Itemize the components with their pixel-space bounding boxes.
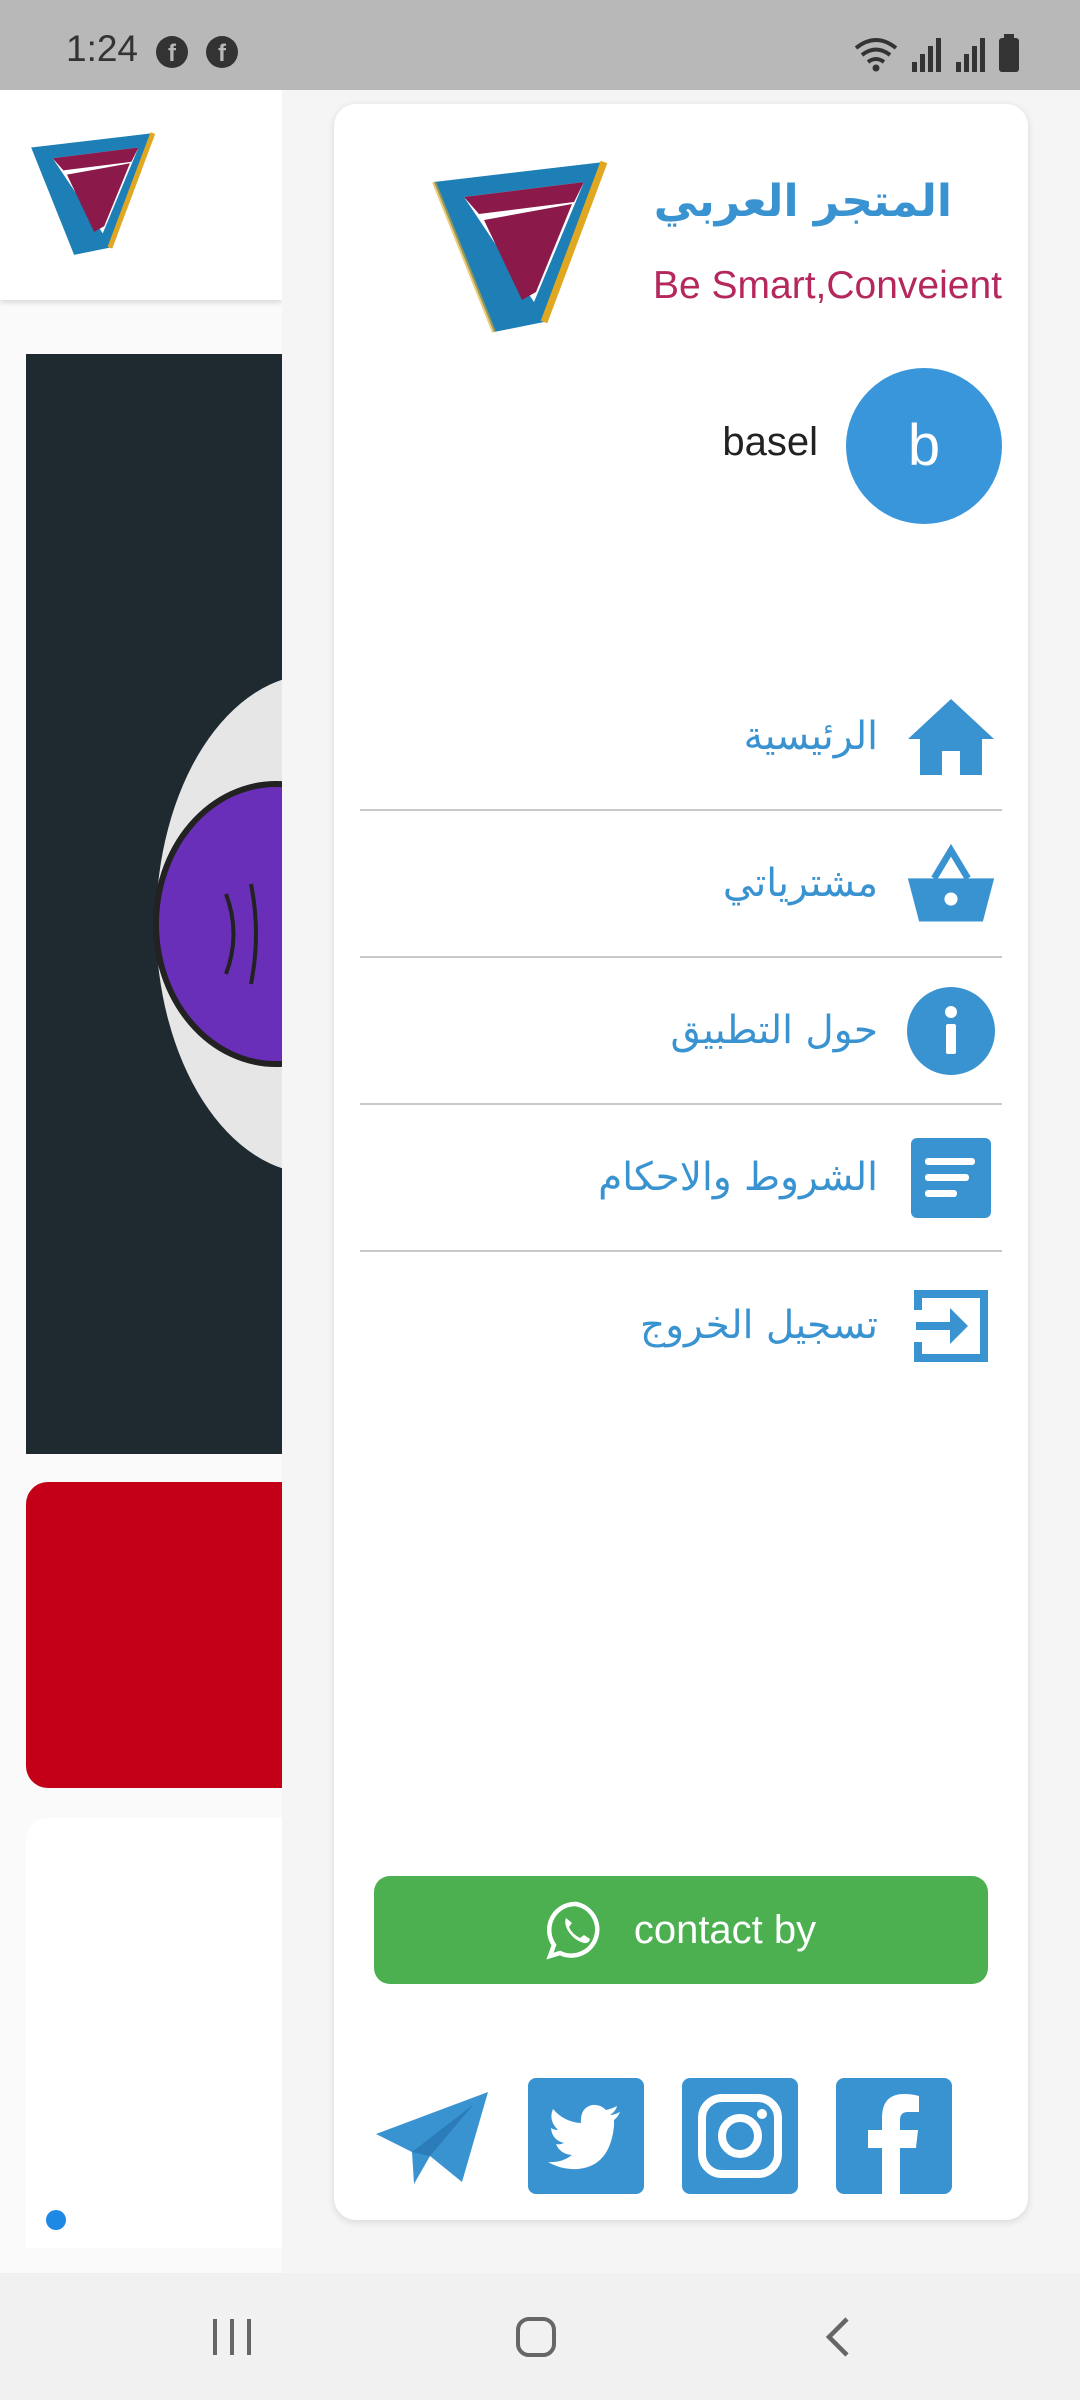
menu-item-purchases[interactable]: مشترياتي <box>360 811 1002 958</box>
avatar[interactable]: b <box>846 368 1002 524</box>
twitter-link[interactable] <box>528 2078 644 2194</box>
facebook-link[interactable] <box>836 2078 952 2194</box>
menu-item-about[interactable]: حول التطبيق <box>360 958 1002 1105</box>
menu-item-label: حول التطبيق <box>670 1008 878 1053</box>
menu-item-logout[interactable]: تسجيل الخروج <box>360 1252 1002 1399</box>
whatsapp-icon <box>546 1901 600 1960</box>
status-bar: 1:24 f f <box>0 0 1080 90</box>
recent-apps-icon <box>213 2318 251 2355</box>
store-logo-icon <box>432 160 608 333</box>
page-indicator-dot <box>46 2210 66 2230</box>
background-red-card[interactable] <box>26 1482 282 1788</box>
menu-item-label: تسجيل الخروج <box>640 1303 878 1348</box>
background-banner-image[interactable] <box>26 354 282 1454</box>
facebook-icon: f <box>156 36 188 68</box>
logout-icon <box>906 1281 996 1371</box>
menu-item-label: مشترياتي <box>722 861 878 906</box>
info-icon <box>906 986 996 1076</box>
menu-item-label: الشروط والاحكام <box>598 1155 878 1200</box>
basket-icon <box>906 839 996 929</box>
contact-whatsapp-button[interactable]: contact by <box>374 1876 988 1984</box>
background-header <box>0 90 282 300</box>
status-time: 1:24 <box>66 28 139 69</box>
background-page <box>0 90 282 2273</box>
menu-item-label: الرئيسية <box>743 714 878 759</box>
navigation-drawer: المتجر العربي Be Smart,Conveient b basel… <box>334 104 1028 2220</box>
menu-item-terms[interactable]: الشروط والاحكام <box>360 1105 1002 1252</box>
system-navigation-bar <box>0 2273 1080 2400</box>
brand-tagline: Be Smart,Conveient <box>652 264 1002 307</box>
contact-label: contact by <box>633 1907 817 1952</box>
home-button-icon <box>516 2316 556 2357</box>
social-links <box>374 2078 988 2198</box>
username: basel <box>722 420 818 464</box>
signal-icon <box>912 38 941 72</box>
instagram-icon <box>682 2078 798 2194</box>
telegram-link[interactable] <box>374 2078 490 2194</box>
menu-item-home[interactable]: الرئيسية <box>360 664 1002 811</box>
document-icon <box>906 1133 996 1223</box>
back-icon <box>825 2316 849 2357</box>
instagram-link[interactable] <box>682 2078 798 2194</box>
home-button[interactable] <box>476 2273 596 2400</box>
twitter-icon <box>528 2078 644 2194</box>
facebook-icon: f <box>206 36 238 68</box>
battery-icon <box>999 34 1019 72</box>
home-icon <box>906 692 996 782</box>
store-logo-icon <box>31 132 156 255</box>
wifi-icon <box>854 38 898 72</box>
back-button[interactable] <box>778 2273 898 2400</box>
drawer-menu: الرئيسية مشترياتي حول التطبيق الشروط وال… <box>360 664 1002 1399</box>
facebook-icon <box>836 2078 952 2194</box>
background-white-card[interactable] <box>26 1818 282 2248</box>
signal-icon <box>956 38 985 72</box>
recent-apps-button[interactable] <box>172 2273 292 2400</box>
banner-artwork <box>153 679 282 1169</box>
brand-name: المتجر العربي <box>653 176 952 227</box>
telegram-icon <box>376 2092 488 2184</box>
